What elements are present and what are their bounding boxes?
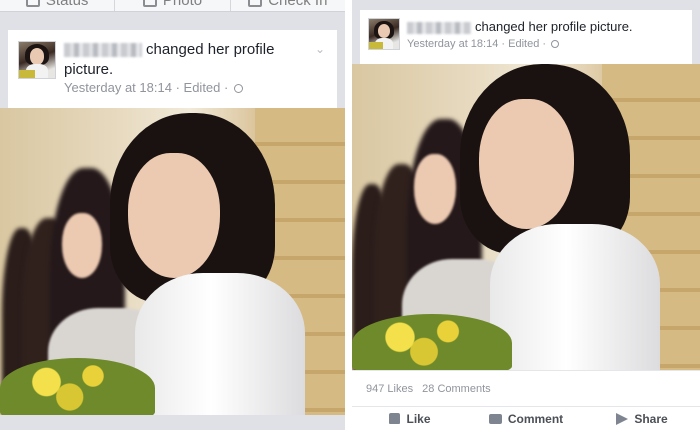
camera-icon <box>142 0 157 7</box>
meta-separator-2: · <box>224 80 229 95</box>
meta-separator: · <box>175 80 180 95</box>
composer-bar: Status Photo Check In <box>0 0 345 12</box>
post-meta: Yesterday at 18:14 · Edited · <box>407 38 560 50</box>
globe-icon <box>234 84 243 94</box>
panel-divider <box>345 0 352 430</box>
profile-avatar[interactable] <box>368 18 400 50</box>
comment-button[interactable]: Comment <box>468 412 584 426</box>
post-header-card: changed her profile picture. Yesterday a… <box>8 30 337 108</box>
status-button[interactable]: Status <box>0 0 116 11</box>
comments-count[interactable]: 28 Comments <box>422 383 490 395</box>
post-header-card: changed her profile picture. Yesterday a… <box>360 10 692 64</box>
author-name-blurred[interactable] <box>407 21 471 34</box>
chevron-down-icon[interactable]: ⌄ <box>315 42 325 56</box>
post-photo[interactable] <box>352 64 700 370</box>
check-in-button[interactable]: Check In <box>231 0 345 11</box>
comment-label: Comment <box>507 411 564 426</box>
post-story: changed her profile picture. <box>64 40 314 80</box>
timestamp[interactable]: Yesterday at 18:14 <box>64 80 172 95</box>
status-label: Status <box>45 0 89 9</box>
post-meta: Yesterday at 18:14 · Edited · <box>64 80 243 95</box>
check-in-label: Check In <box>268 0 328 9</box>
checkin-icon <box>248 0 263 7</box>
meta-separator-2: · <box>542 38 547 50</box>
like-label: Like <box>406 411 431 426</box>
story-text: changed her profile picture. <box>475 19 633 34</box>
photo-label: Photo <box>162 0 203 9</box>
left-feed-panel: Status Photo Check In changed her profil… <box>0 0 345 430</box>
likes-count[interactable]: 947 Likes <box>366 383 413 395</box>
profile-avatar[interactable] <box>18 41 56 79</box>
meta-separator: · <box>501 38 506 50</box>
post-actions-bar: Like Comment Share <box>352 406 700 430</box>
comment-icon <box>488 413 502 424</box>
post-photo[interactable] <box>0 108 345 415</box>
post-story: changed her profile picture. <box>407 18 677 35</box>
like-button[interactable]: Like <box>352 412 468 426</box>
share-button[interactable]: Share <box>584 412 700 426</box>
photo-button[interactable]: Photo <box>115 0 231 11</box>
timestamp[interactable]: Yesterday at 18:14 <box>407 38 498 50</box>
reaction-stats: 947 Likes 28 Comments <box>352 370 700 406</box>
edited-label[interactable]: Edited <box>508 38 539 50</box>
pencil-icon <box>25 0 40 7</box>
edited-label[interactable]: Edited <box>184 80 221 95</box>
globe-icon <box>551 40 560 49</box>
share-icon <box>616 412 629 425</box>
thumbs-up-icon <box>389 413 401 424</box>
right-feed-panel: changed her profile picture. Yesterday a… <box>352 0 700 430</box>
author-name-blurred[interactable] <box>64 43 142 58</box>
share-label: Share <box>634 411 668 426</box>
